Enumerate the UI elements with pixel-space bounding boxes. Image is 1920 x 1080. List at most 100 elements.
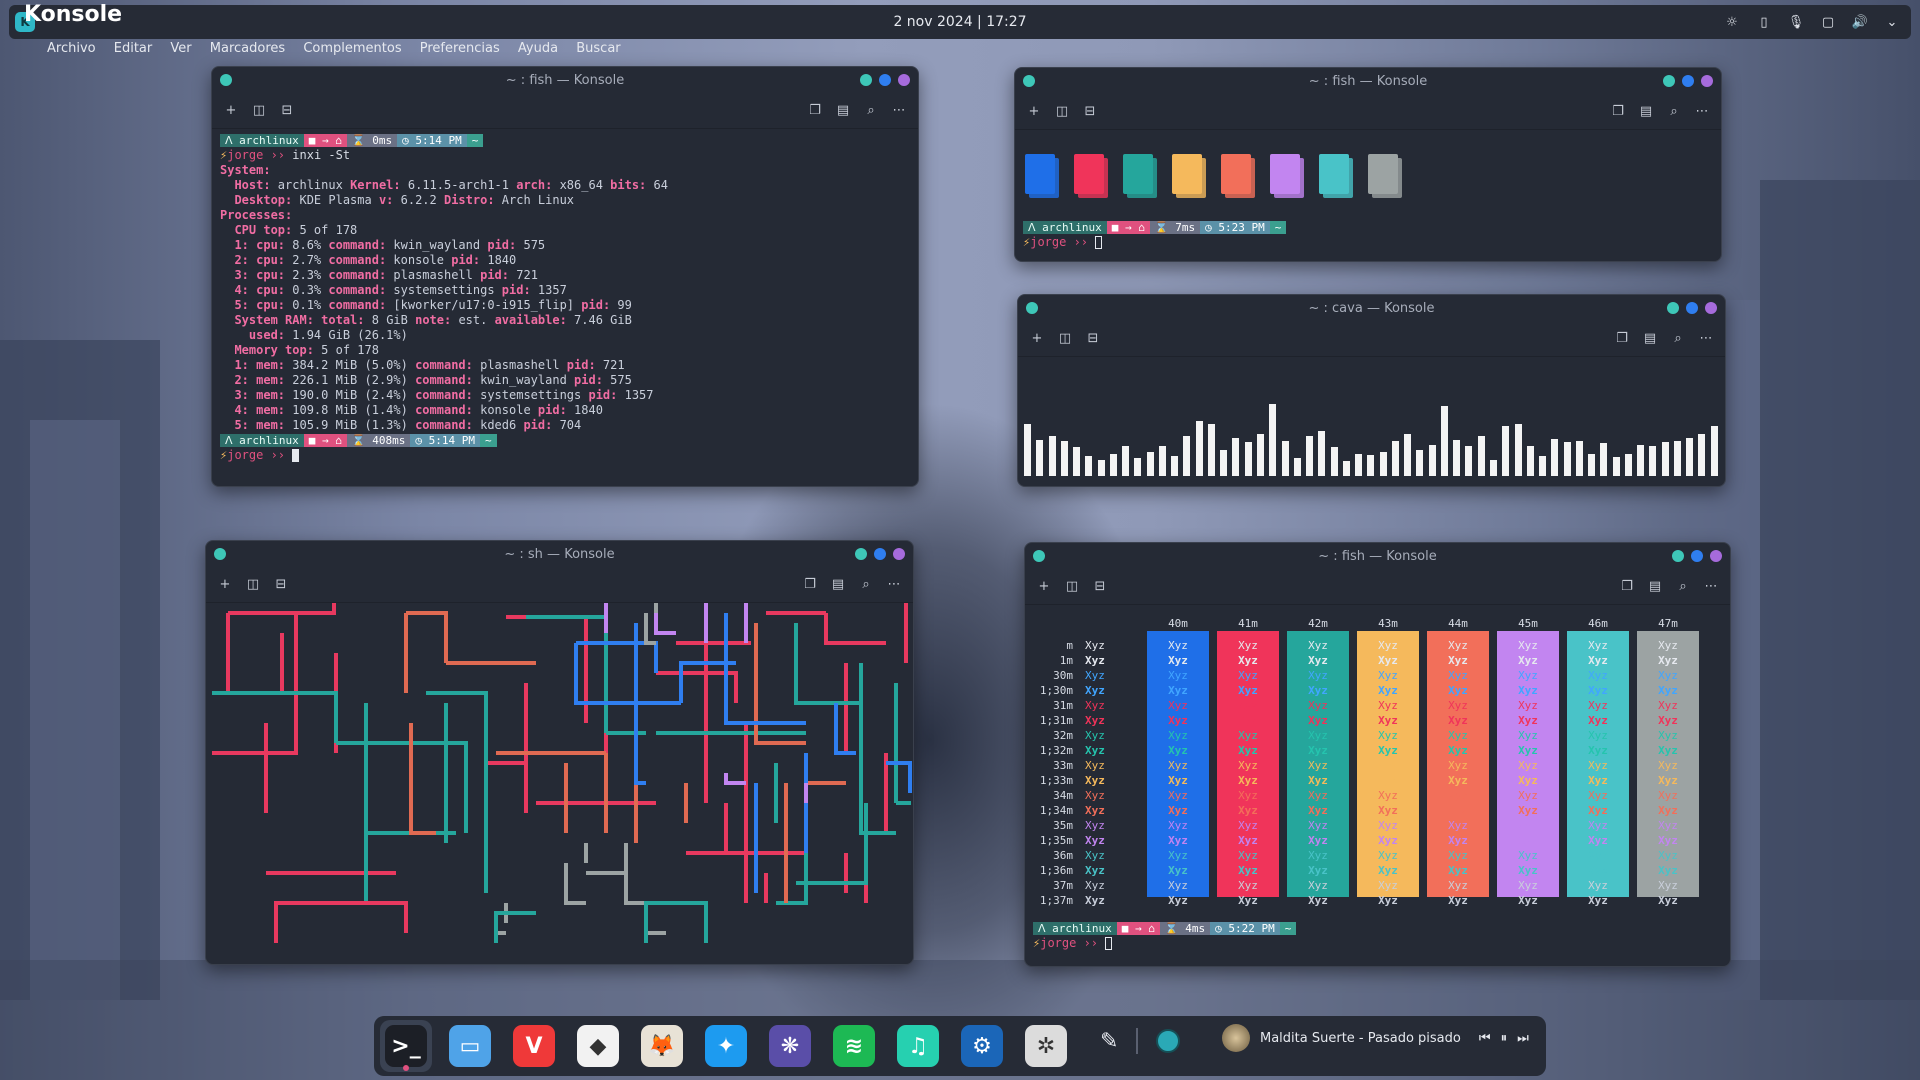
- night-light-icon[interactable]: [1156, 1029, 1181, 1053]
- menu-icon[interactable]: ⋯: [1693, 102, 1711, 120]
- search-icon[interactable]: ⌕: [1669, 329, 1687, 347]
- album-art[interactable]: [1222, 1024, 1250, 1052]
- menu-marcadores[interactable]: Marcadores: [210, 41, 285, 56]
- dock-app-kdeconnect[interactable]: ✦: [700, 1020, 752, 1072]
- maximize-button[interactable]: [1686, 302, 1698, 314]
- minimize-button[interactable]: [860, 74, 872, 86]
- titlebar[interactable]: ~ : sh — Konsole: [206, 541, 913, 567]
- new-tab-button[interactable]: +: [216, 575, 234, 593]
- split-vertical-button[interactable]: ⊟: [1084, 329, 1102, 347]
- maximize-button[interactable]: [1691, 550, 1703, 562]
- pin-button[interactable]: [1026, 302, 1038, 314]
- minimize-button[interactable]: [1667, 302, 1679, 314]
- pin-button[interactable]: [220, 74, 232, 86]
- menu-icon[interactable]: ⋯: [885, 575, 903, 593]
- search-icon[interactable]: ⌕: [1674, 577, 1692, 595]
- twitch-icon[interactable]: ▢: [1819, 13, 1837, 31]
- titlebar[interactable]: ~ : fish — Konsole: [212, 67, 918, 93]
- dock-app-inkscape[interactable]: ◆: [572, 1020, 624, 1072]
- clock[interactable]: 2 nov 2024 | 17:27: [893, 14, 1026, 30]
- minimize-button[interactable]: [855, 548, 867, 560]
- copy-button[interactable]: ❐: [806, 101, 824, 119]
- konsole-window-cava[interactable]: ~ : cava — Konsole + ◫ ⊟ ❐ ▤ ⌕ ⋯: [1017, 294, 1726, 487]
- split-horizontal-button[interactable]: ◫: [1053, 102, 1071, 120]
- dock-app-terminal[interactable]: >_: [380, 1020, 432, 1072]
- konsole-window-palette[interactable]: ~ : fish — Konsole + ◫ ⊟ ❐ ▤ ⌕ ⋯ m Xyz 1m Xyz 30m…: [1024, 542, 1731, 967]
- previous-track-icon[interactable]: ⏮: [1479, 1031, 1491, 1046]
- play-pause-icon[interactable]: ⏸: [1501, 1031, 1508, 1046]
- input-line[interactable]: ⚡jorge ››: [1023, 235, 1286, 250]
- dock-app-vivaldi[interactable]: V: [508, 1020, 560, 1072]
- chevron-down-icon[interactable]: ⌄: [1883, 13, 1901, 31]
- copy-button[interactable]: ❐: [801, 575, 819, 593]
- paste-button[interactable]: ▤: [1646, 577, 1664, 595]
- color-picker-icon[interactable]: ✎: [1100, 1029, 1118, 1054]
- split-horizontal-button[interactable]: ◫: [250, 101, 268, 119]
- input-line[interactable]: ⚡jorge ››: [220, 448, 910, 463]
- dock-app-gimp[interactable]: 🦊: [636, 1020, 688, 1072]
- paste-button[interactable]: ▤: [1641, 329, 1659, 347]
- close-button[interactable]: [1710, 550, 1722, 562]
- dock-app-krita[interactable]: ❋: [764, 1020, 816, 1072]
- split-horizontal-button[interactable]: ◫: [244, 575, 262, 593]
- dock-app-steam[interactable]: ⚙: [956, 1020, 1008, 1072]
- dock-app-spotify[interactable]: ≋: [828, 1020, 880, 1072]
- clipboard-icon[interactable]: ▯: [1755, 13, 1773, 31]
- split-horizontal-button[interactable]: ◫: [1063, 577, 1081, 595]
- konsole-window-pipes[interactable]: ~ : sh — Konsole + ◫ ⊟ ❐ ▤ ⌕ ⋯: [205, 540, 914, 965]
- menu-archivo[interactable]: Archivo: [47, 41, 96, 56]
- menu-icon[interactable]: ⋯: [890, 101, 908, 119]
- microphone-icon[interactable]: 🎙: [1787, 13, 1805, 31]
- dock-app-files[interactable]: ▭: [444, 1020, 496, 1072]
- menu-complementos[interactable]: Complementos: [303, 41, 401, 56]
- paste-button[interactable]: ▤: [1637, 102, 1655, 120]
- close-button[interactable]: [1701, 75, 1713, 87]
- paste-button[interactable]: ▤: [834, 101, 852, 119]
- minimize-button[interactable]: [1672, 550, 1684, 562]
- copy-button[interactable]: ❐: [1613, 329, 1631, 347]
- titlebar[interactable]: ~ : fish — Konsole: [1015, 68, 1721, 94]
- close-button[interactable]: [893, 548, 905, 560]
- split-vertical-button[interactable]: ⊟: [278, 101, 296, 119]
- split-vertical-button[interactable]: ⊟: [272, 575, 290, 593]
- brightness-icon[interactable]: ☼: [1723, 13, 1741, 31]
- split-vertical-button[interactable]: ⊟: [1091, 577, 1109, 595]
- menu-preferencias[interactable]: Preferencias: [420, 41, 500, 56]
- close-button[interactable]: [898, 74, 910, 86]
- close-button[interactable]: [1705, 302, 1717, 314]
- pin-button[interactable]: [1033, 550, 1045, 562]
- search-icon[interactable]: ⌕: [862, 101, 880, 119]
- search-icon[interactable]: ⌕: [1665, 102, 1683, 120]
- new-tab-button[interactable]: +: [222, 101, 240, 119]
- titlebar[interactable]: ~ : cava — Konsole: [1018, 295, 1725, 321]
- maximize-button[interactable]: [1682, 75, 1694, 87]
- menu-editar[interactable]: Editar: [114, 41, 153, 56]
- menu-icon[interactable]: ⋯: [1697, 329, 1715, 347]
- volume-icon[interactable]: 🔊: [1851, 13, 1869, 31]
- menu-ayuda[interactable]: Ayuda: [518, 41, 558, 56]
- terminal-output[interactable]: ᐱ archlinux ■ → ⌂ ⌛ 0ms ◷ 5:14 PM ~ ⚡jor…: [212, 129, 918, 486]
- menu-app-name[interactable]: Konsole: [24, 0, 122, 41]
- dock-app-music[interactable]: ♫: [892, 1020, 944, 1072]
- copy-button[interactable]: ❐: [1618, 577, 1636, 595]
- menu-buscar[interactable]: Buscar: [576, 41, 620, 56]
- split-horizontal-button[interactable]: ◫: [1056, 329, 1074, 347]
- titlebar[interactable]: ~ : fish — Konsole: [1025, 543, 1730, 569]
- maximize-button[interactable]: [874, 548, 886, 560]
- menu-ver[interactable]: Ver: [170, 41, 191, 56]
- new-tab-button[interactable]: +: [1028, 329, 1046, 347]
- minimize-button[interactable]: [1663, 75, 1675, 87]
- dock-app-settings[interactable]: ✲: [1020, 1020, 1072, 1072]
- search-icon[interactable]: ⌕: [857, 575, 875, 593]
- new-tab-button[interactable]: +: [1025, 102, 1043, 120]
- paste-button[interactable]: ▤: [829, 575, 847, 593]
- new-tab-button[interactable]: +: [1035, 577, 1053, 595]
- konsole-window-swatches[interactable]: ~ : fish — Konsole + ◫ ⊟ ❐ ▤ ⌕ ⋯ ᐱ archlinux …: [1014, 67, 1722, 262]
- pin-button[interactable]: [214, 548, 226, 560]
- copy-button[interactable]: ❐: [1609, 102, 1627, 120]
- maximize-button[interactable]: [879, 74, 891, 86]
- menu-icon[interactable]: ⋯: [1702, 577, 1720, 595]
- pin-button[interactable]: [1023, 75, 1035, 87]
- next-track-icon[interactable]: ⏭: [1517, 1031, 1529, 1046]
- input-line[interactable]: ⚡jorge ››: [1033, 936, 1296, 951]
